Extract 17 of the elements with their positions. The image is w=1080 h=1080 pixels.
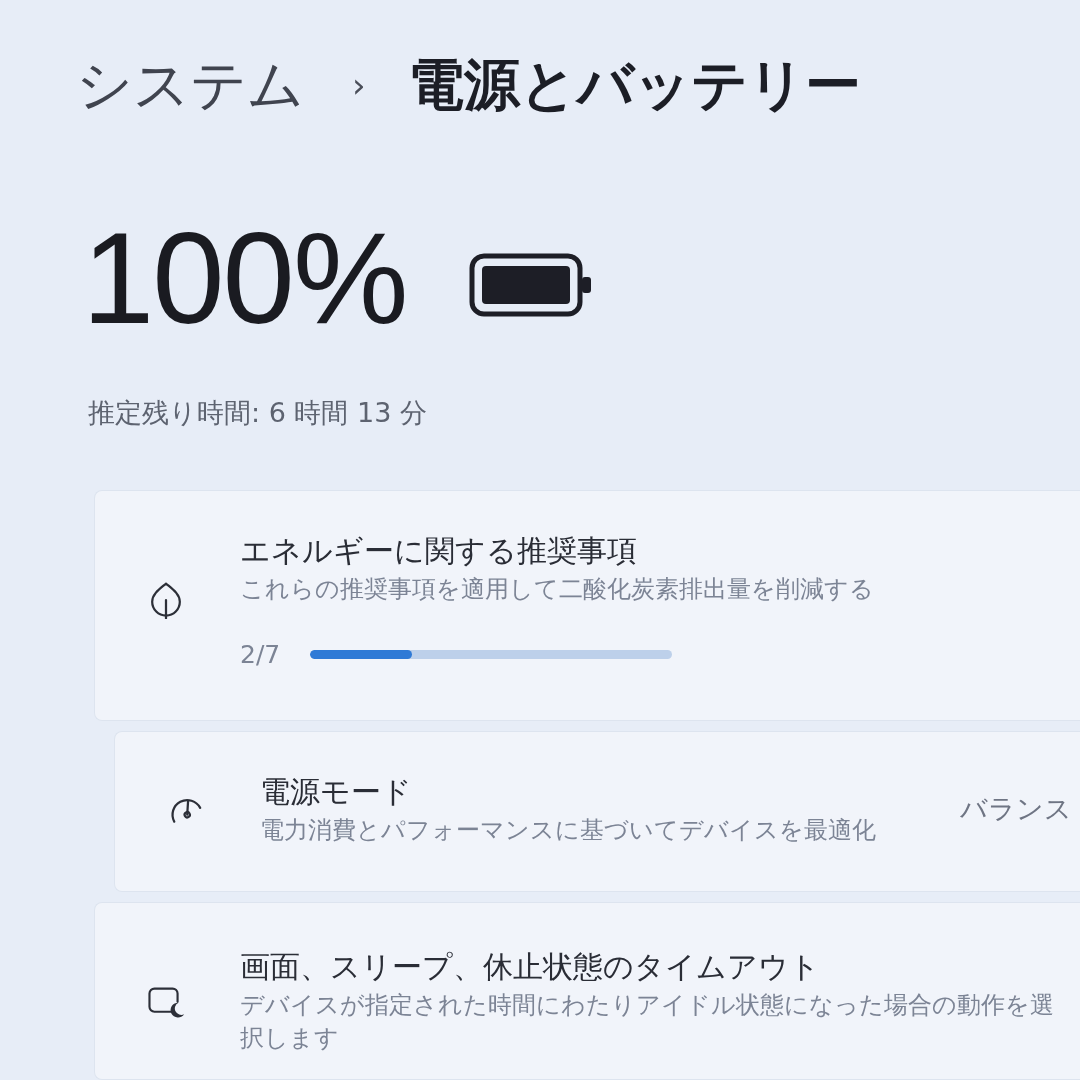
setting-card[interactable]: エネルギーに関する推奨事項 これらの推奨事項を適用して二酸化炭素排出量を削減する 2/7 (94, 489, 1080, 721)
setting-card[interactable]: 画面、スリープ、休止状態のタイムアウト デバイスが指定された時間にわたりアイドル状態になった場合の動作を選択します (94, 902, 1080, 1080)
battery-percentage: 100% (82, 213, 407, 343)
breadcrumb-link[interactable]: システム (76, 50, 304, 120)
setting-title: 画面、スリープ、休止状態のタイムアウト (240, 947, 820, 986)
progress-count: 2/7 (240, 640, 281, 670)
battery-time-remaining: 推定残り時間: 6 時間 13 分 (88, 396, 427, 430)
setting-description: これらの推奨事項を適用して二酸化炭素排出量を削減する (240, 573, 874, 605)
setting-title: 電源モード (260, 772, 412, 811)
battery-icon (468, 253, 593, 317)
setting-description: デバイスが指定された時間にわたりアイドル状態になった場合の動作を選択します (240, 989, 1055, 1054)
breadcrumb-separator: › (352, 63, 366, 107)
setting-card[interactable]: 電源モード 電力消費とパフォーマンスに基づいてデバイスを最適化 バランス (114, 730, 1080, 892)
setting-title: エネルギーに関する推奨事項 (240, 531, 637, 570)
dropdown-value[interactable]: バランス (960, 791, 1072, 828)
page-title: 電源とバッテリー (407, 51, 861, 119)
setting-description: 電力消費とパフォーマンスに基づいてデバイスを最適化 (260, 814, 876, 846)
